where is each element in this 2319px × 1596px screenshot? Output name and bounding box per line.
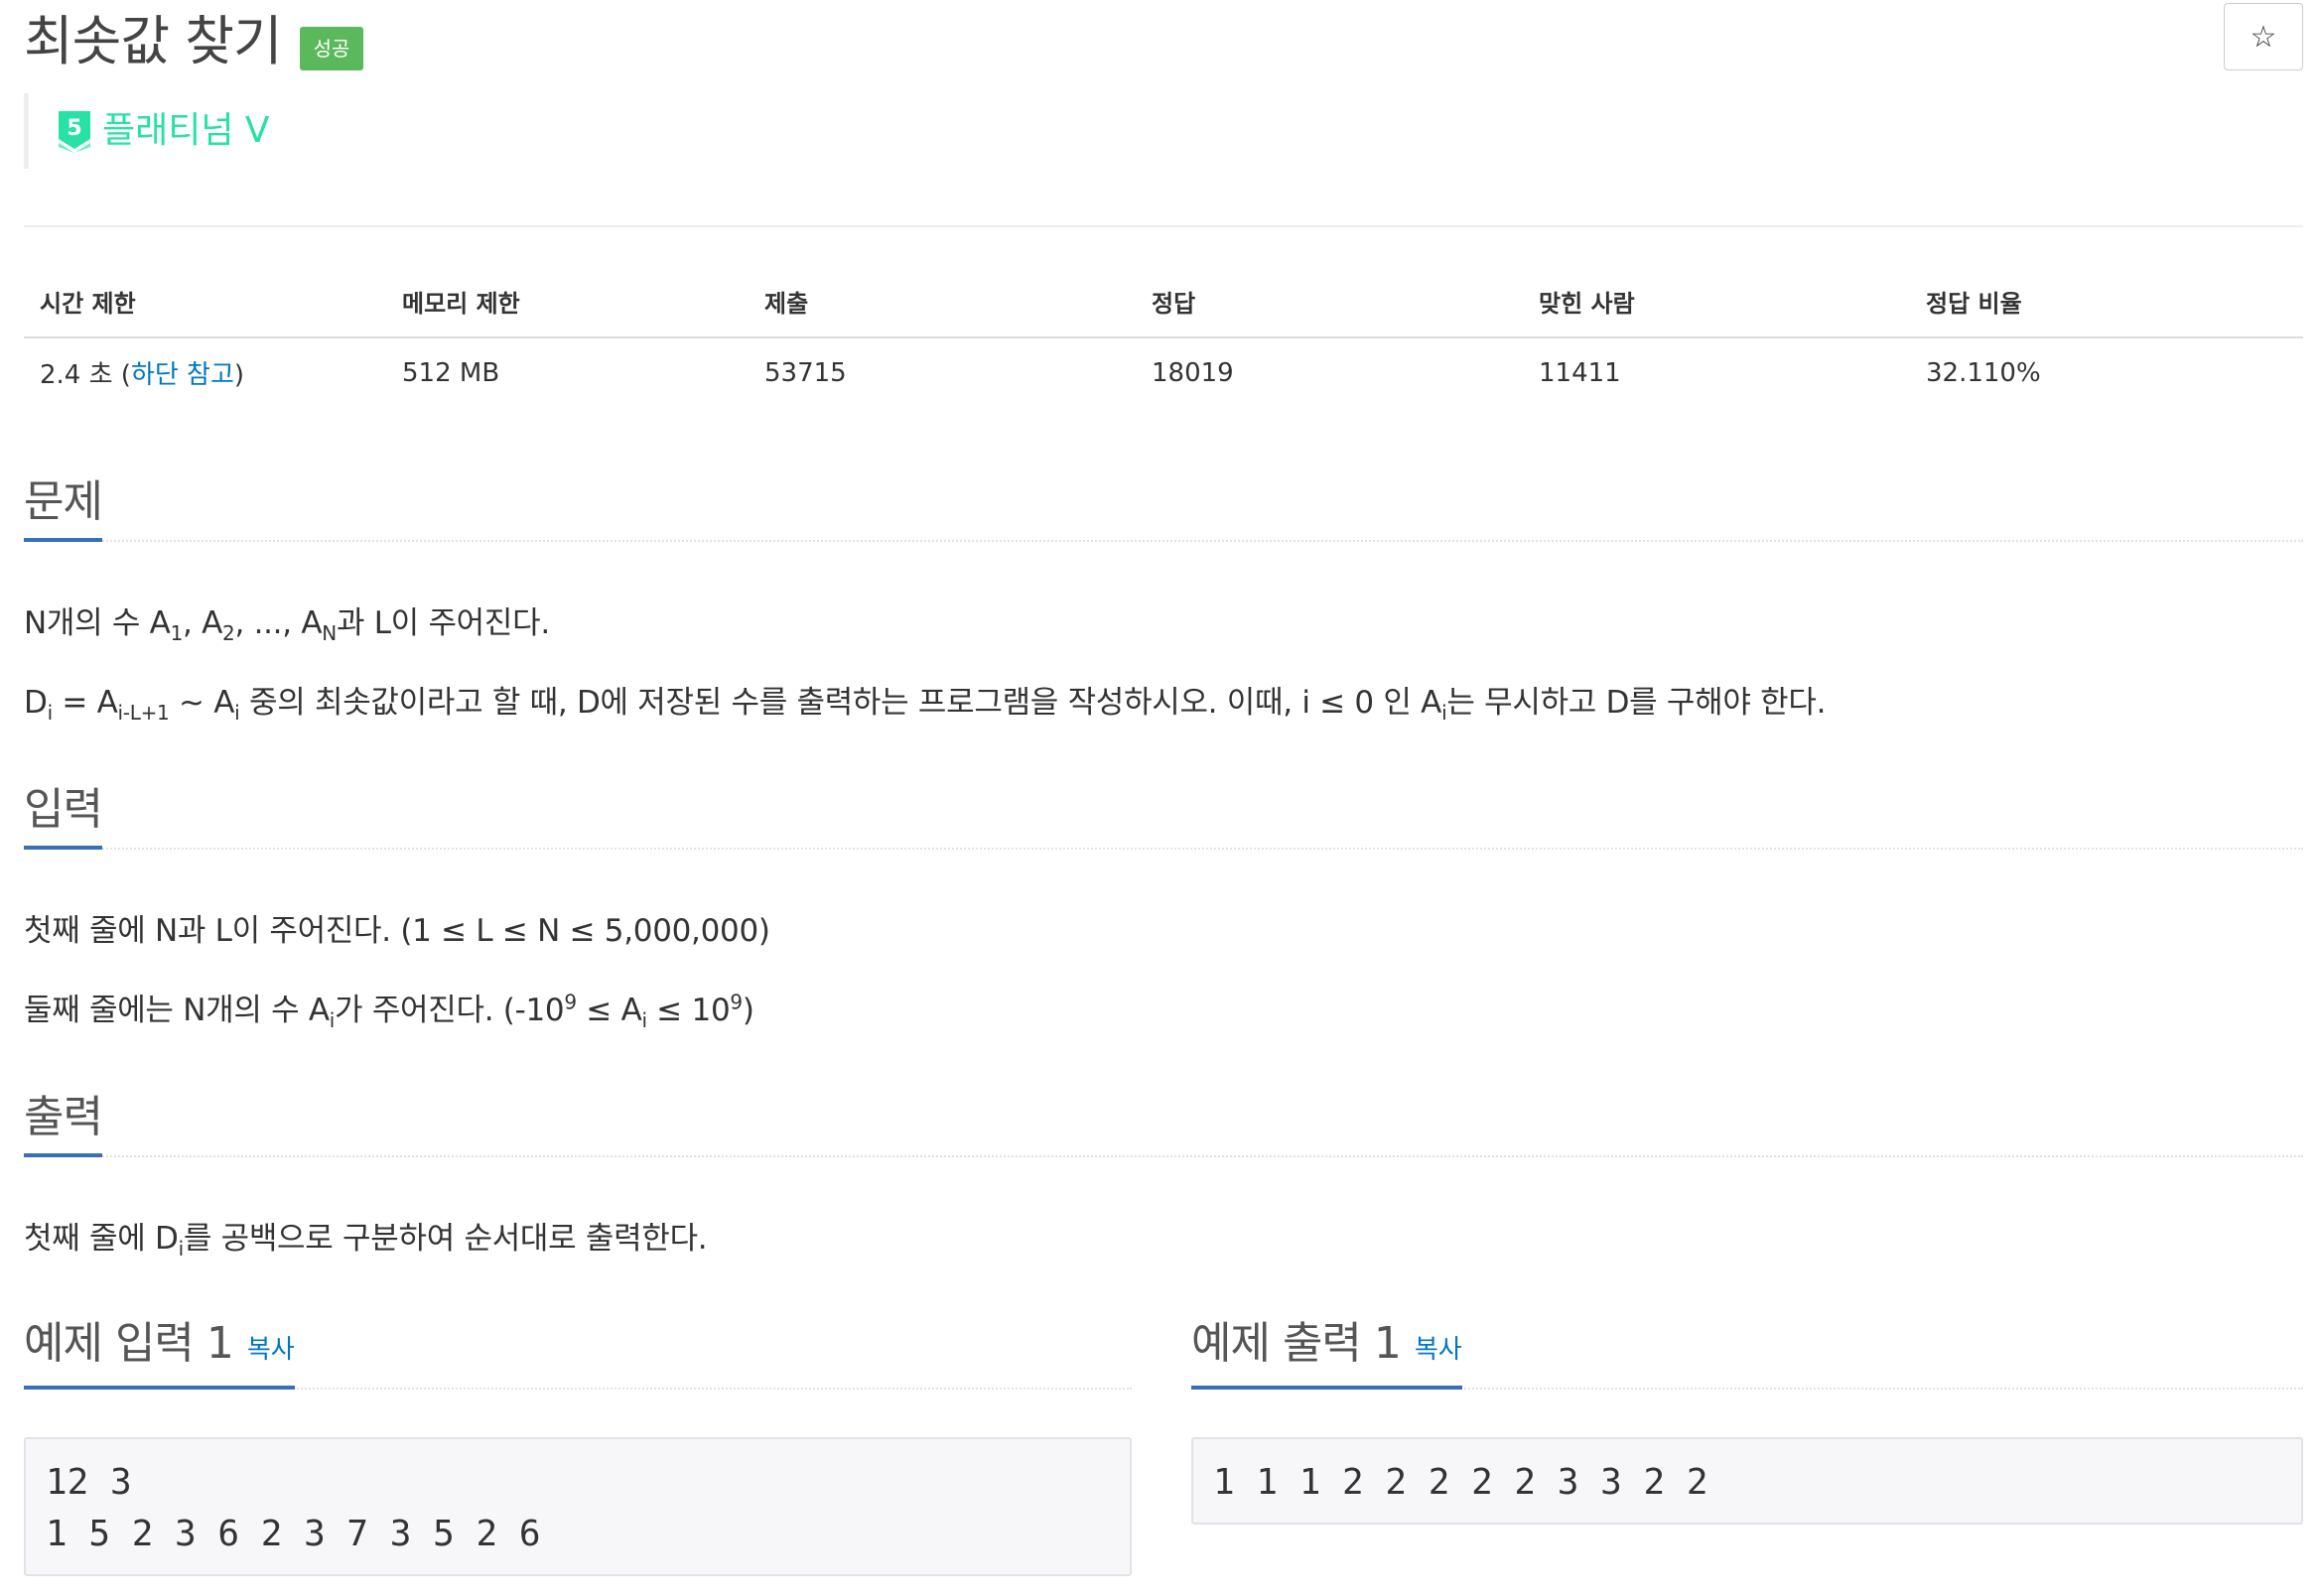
output-section-title: 출력 — [24, 1088, 103, 1157]
problem-line-1: N개의 수 A1, A2, ..., AN과 L이 주어진다. — [24, 605, 550, 646]
title-row: 최솟값 찾기 성공 — [24, 6, 364, 77]
time-limit-suffix: ) — [233, 360, 245, 390]
tier-quote: 5 플래티넘 V — [24, 93, 270, 169]
time-limit-value: 2.4 초 ( — [40, 360, 131, 390]
submissions-value: 53715 — [764, 357, 847, 388]
solvers-value: 11411 — [1539, 357, 1621, 388]
page-title: 최솟값 찾기 — [24, 10, 283, 72]
time-limit-cell: 2.4 초 (하단 참고) — [24, 337, 386, 407]
input-section-title: 입력 — [24, 780, 103, 850]
copy-output-button[interactable]: 복사 — [1415, 1335, 1462, 1365]
problem-section-title: 문제 — [24, 472, 103, 542]
input-line-2: 둘째 줄에는 N개의 수 Ai가 주어진다. (-109 ≤ Ai ≤ 109) — [24, 990, 754, 1033]
output-line-1: 첫째 줄에 Di를 공백으로 구분하여 순서대로 출력한다. — [24, 1221, 708, 1262]
input-section-header: 입력 — [24, 780, 2303, 850]
header-solvers: 맞힌 사람 — [1523, 266, 1910, 338]
copy-input-button[interactable]: 복사 — [247, 1335, 295, 1365]
accepted-value: 18019 — [1152, 357, 1234, 388]
sample-input-box[interactable]: 12 3 1 5 2 3 6 2 3 7 3 5 2 6 — [24, 1437, 1132, 1576]
star-icon: ☆ — [2250, 19, 2277, 55]
favorite-star-button[interactable]: ☆ — [2224, 3, 2303, 70]
tier-label[interactable]: 플래티넘 V — [102, 109, 270, 153]
tier-number: 5 — [67, 116, 81, 141]
sample-output-header: 예제 출력 1 복사 — [1191, 1318, 2303, 1390]
problem-section-header: 문제 — [24, 472, 2303, 542]
problem-info-table: 시간 제한 메모리 제한 제출 정답 맞힌 사람 정답 비율 2.4 초 (하단… — [24, 266, 2303, 407]
output-section-header: 출력 — [24, 1088, 2303, 1157]
sample-input-title-wrap: 예제 입력 1 복사 — [24, 1314, 295, 1390]
header-memory-limit: 메모리 제한 — [386, 266, 749, 338]
info-value-row: 2.4 초 (하단 참고) 512 MB 53715 18019 11411 3… — [24, 337, 2303, 407]
result-badge: 성공 — [299, 27, 364, 70]
tier-badge-icon: 5 — [59, 111, 90, 153]
divider — [24, 225, 2303, 227]
sample-input-header: 예제 입력 1 복사 — [24, 1318, 1132, 1390]
header-ratio: 정답 비율 — [1910, 266, 2303, 338]
header-time-limit: 시간 제한 — [24, 266, 386, 338]
input-line-1: 첫째 줄에 N과 L이 주어진다. (1 ≤ L ≤ N ≤ 5,000,000… — [24, 913, 770, 949]
time-limit-note-link[interactable]: 하단 참고 — [131, 360, 234, 390]
info-header-row: 시간 제한 메모리 제한 제출 정답 맞힌 사람 정답 비율 — [24, 266, 2303, 338]
header-submissions: 제출 — [749, 266, 1136, 338]
sample-output-title: 예제 출력 1 — [1191, 1318, 1402, 1369]
problem-line-2: Di = Ai-L+1 ~ Ai 중의 최솟값이라고 할 때, D에 저장된 수… — [24, 685, 1827, 726]
sample-output-title-wrap: 예제 출력 1 복사 — [1191, 1314, 1462, 1390]
memory-limit-value: 512 MB — [402, 357, 500, 388]
sample-output-box[interactable]: 1 1 1 2 2 2 2 2 3 3 2 2 — [1191, 1437, 2303, 1525]
ratio-value: 32.110% — [1926, 357, 2041, 388]
sample-input-title: 예제 입력 1 — [24, 1318, 234, 1369]
header-accepted: 정답 — [1136, 266, 1523, 338]
